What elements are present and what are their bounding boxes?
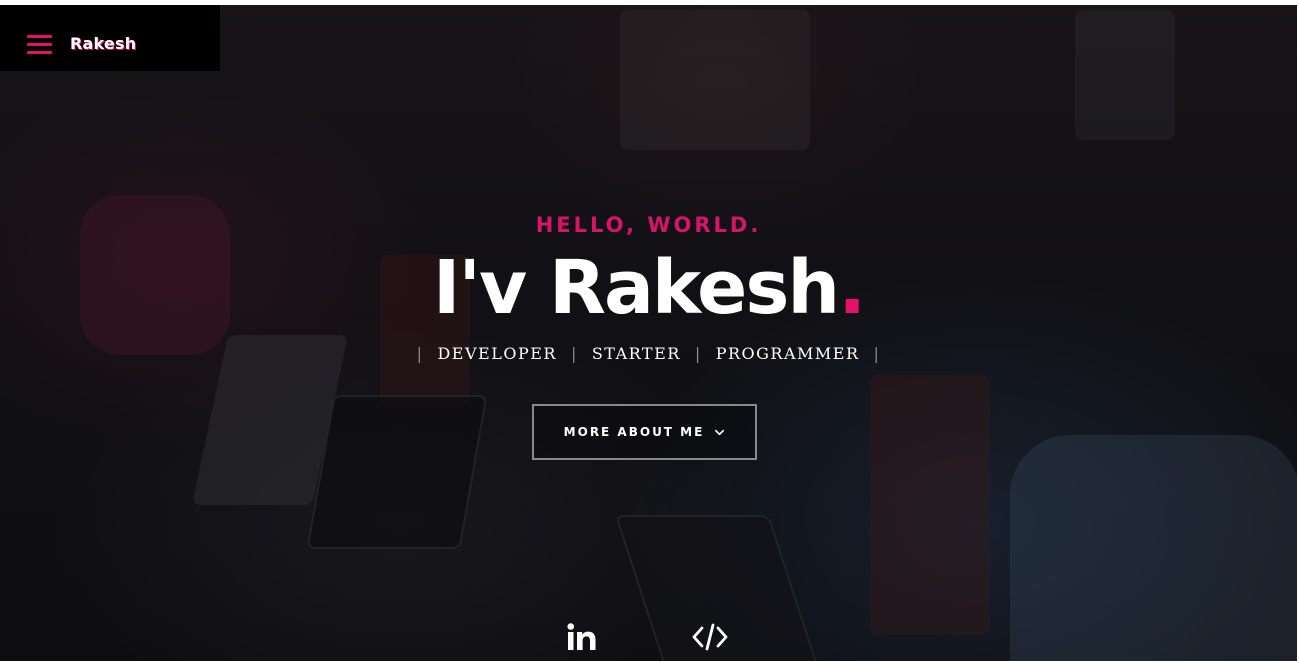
hamburger-menu-icon[interactable]	[27, 35, 52, 56]
more-about-me-label: MORE ABOUT ME	[563, 425, 705, 439]
role-separator: |	[694, 344, 702, 363]
hero-headline-text: I'v Rakesh	[432, 245, 840, 331]
linkedin-link[interactable]	[566, 617, 598, 657]
role-separator: |	[570, 344, 578, 363]
role-starter: STARTER	[591, 344, 681, 363]
code-link[interactable]	[692, 617, 728, 657]
role-developer: DEVELOPER	[437, 344, 557, 363]
role-separator: |	[416, 344, 424, 363]
top-nav: Rakesh	[0, 5, 220, 71]
hero-greeting: HELLO, WORLD.	[535, 213, 762, 237]
more-about-me-button[interactable]: MORE ABOUT ME	[532, 404, 757, 460]
linkedin-icon	[567, 623, 596, 650]
brand-name[interactable]: Rakesh	[70, 34, 136, 53]
role-separator: |	[873, 344, 881, 363]
hero-headline: I'v Rakesh.	[0, 238, 1297, 338]
hero-headline-dot: .	[838, 245, 866, 331]
hero-roles: | DEVELOPER | STARTER | PROGRAMMER |	[0, 344, 1297, 363]
role-programmer: PROGRAMMER	[715, 344, 860, 363]
code-icon	[692, 623, 728, 651]
chevron-down-icon	[715, 429, 725, 435]
